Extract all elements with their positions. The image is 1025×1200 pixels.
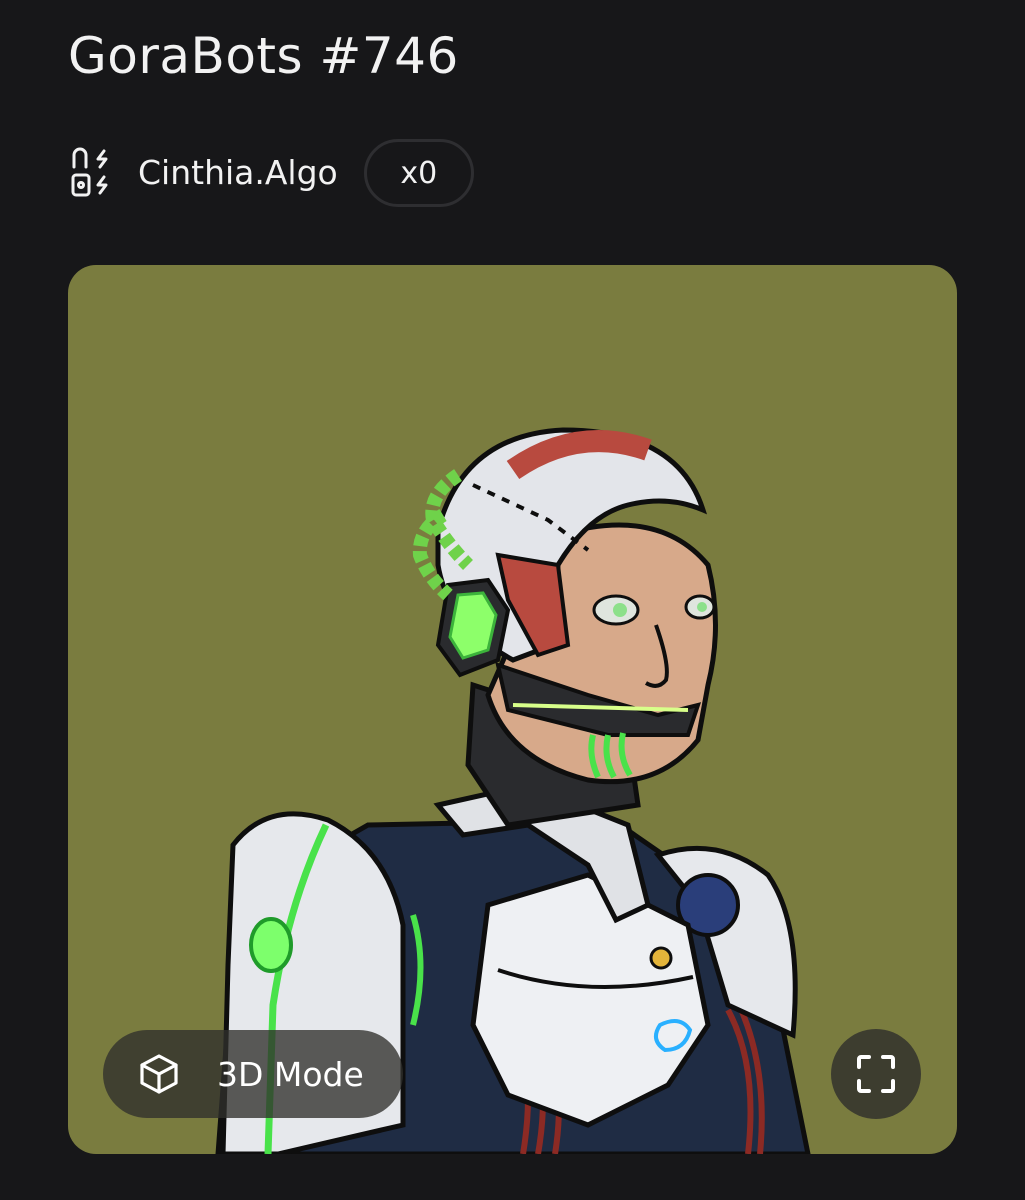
- owner-row: Cinthia.Algo x0: [70, 137, 474, 209]
- 3d-mode-button[interactable]: 3D Mode: [103, 1030, 403, 1118]
- fullscreen-button[interactable]: [831, 1029, 921, 1119]
- owner-lock-arrows-icon: [70, 147, 114, 199]
- count-badge: x0: [363, 139, 474, 207]
- page-title: GoraBots #746: [68, 27, 459, 85]
- owner-name-link[interactable]: Cinthia.Algo: [138, 153, 338, 193]
- gorabot-artwork: [68, 265, 957, 1154]
- 3d-mode-label: 3D Mode: [217, 1054, 364, 1094]
- nft-image-card[interactable]: 3D Mode: [68, 265, 957, 1154]
- fullscreen-corners-icon: [857, 1055, 895, 1093]
- cube-icon: [140, 1054, 178, 1094]
